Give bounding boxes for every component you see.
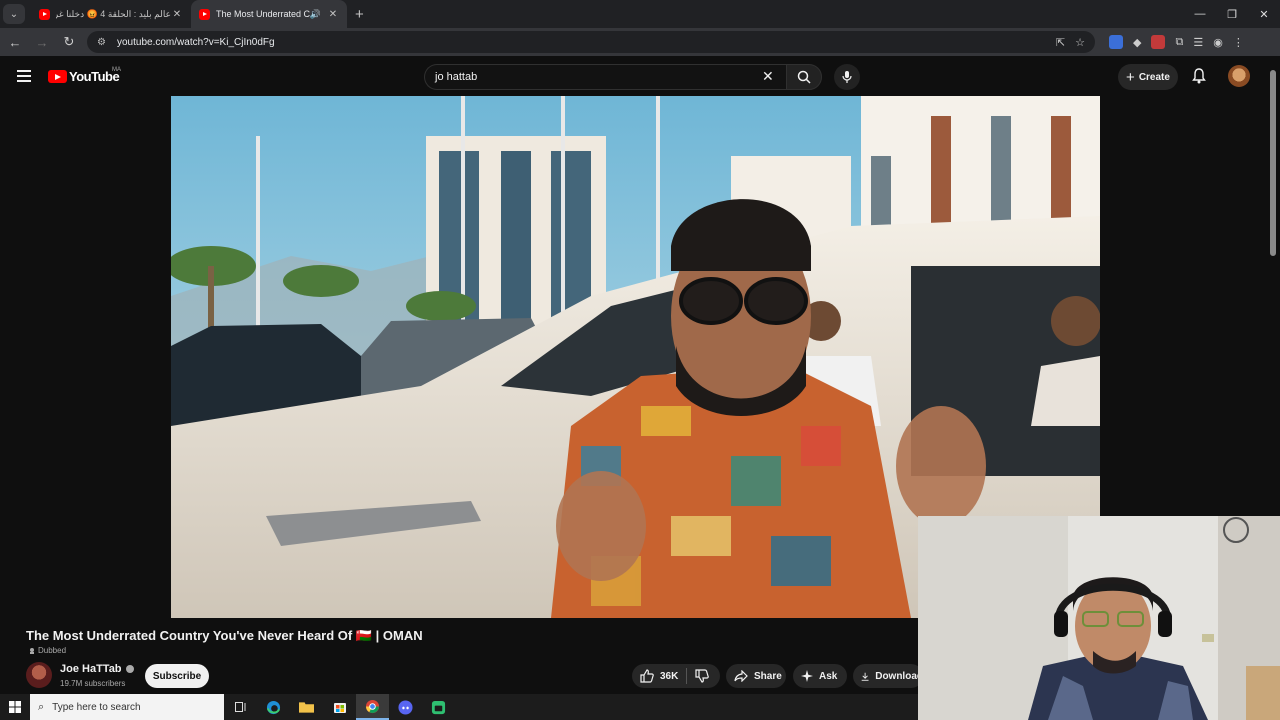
youtube-favicon-icon [39, 8, 50, 20]
notifications-bell-icon[interactable] [1192, 68, 1206, 84]
clear-search-icon[interactable]: ✕ [762, 68, 774, 85]
browser-toolbar: ← → ↻ ⚙ youtube.com/watch?v=Ki_CjIn0dFg … [0, 28, 1280, 56]
media-control-icon[interactable]: ☰ [1193, 36, 1203, 49]
taskbar-search-input[interactable]: ⌕ Type here to search [30, 694, 224, 720]
red-extension-icon[interactable] [1151, 35, 1166, 49]
window-controls: — ❐ ✕ [1184, 8, 1280, 21]
search-icon: ⌕ [38, 700, 45, 713]
voice-search-button[interactable] [834, 64, 860, 90]
webcam-overlay [918, 516, 1280, 720]
like-dislike-group: 36K [632, 664, 720, 688]
start-button[interactable] [0, 701, 30, 713]
subscribe-button[interactable]: Subscribe [145, 664, 209, 688]
account-avatar[interactable] [1228, 65, 1250, 87]
profile-icon[interactable]: ◉ [1213, 36, 1223, 49]
site-info-icon[interactable]: ⚙ [97, 37, 111, 48]
download-label: Download [875, 670, 923, 682]
discord-icon[interactable] [389, 694, 422, 720]
channel-avatar[interactable] [26, 662, 52, 688]
share-label: Share [754, 670, 782, 682]
dubbed-label: Dubbed [38, 646, 67, 655]
like-count[interactable]: 36K [660, 671, 678, 682]
forward-icon[interactable]: → [30, 35, 54, 50]
plus-icon: + [1126, 68, 1135, 86]
menu-icon[interactable] [17, 70, 31, 85]
windows-taskbar: ⌕ Type here to search [0, 694, 918, 720]
puzzle-extensions-icon[interactable]: ⧉ [1175, 36, 1183, 49]
dubbed-badge: Dubbed [28, 646, 66, 655]
edge-browser-icon[interactable] [257, 694, 290, 720]
verified-badge-icon [125, 665, 134, 673]
dubbed-mic-icon [30, 647, 34, 654]
close-icon[interactable]: ✕ [171, 9, 183, 20]
task-view-icon[interactable] [224, 694, 257, 720]
windows-logo-icon [9, 701, 21, 713]
download-button[interactable]: Download [853, 664, 923, 688]
microsoft-store-icon[interactable] [323, 694, 356, 720]
create-button[interactable]: + Create [1118, 64, 1178, 90]
youtube-play-icon [48, 70, 67, 83]
microphone-icon [842, 71, 852, 83]
translate-extension-icon[interactable] [1109, 35, 1123, 49]
close-window-icon[interactable]: ✕ [1248, 8, 1280, 21]
tab-title: The Most Underrated Country [216, 9, 310, 19]
speaker-icon[interactable]: 🔊 [310, 9, 321, 20]
youtube-logo[interactable]: YouTube MA [48, 67, 121, 84]
thumbs-up-icon[interactable] [640, 669, 654, 683]
youtube-header: YouTube MA jo hattab ✕ + Create [0, 56, 1280, 96]
channel-name[interactable]: Joe HaTTab [60, 663, 134, 675]
tab-title: عالم بليد : الحلقة 4 😡 دخلنا غرفة [56, 8, 171, 19]
thumbs-down-icon[interactable] [695, 669, 710, 683]
search-input[interactable]: jo hattab [424, 64, 787, 90]
browser-tab-1[interactable]: عالم بليد : الحلقة 4 😡 دخلنا غرفة ✕ [31, 0, 191, 28]
search-button[interactable] [786, 64, 822, 90]
divider [686, 668, 688, 684]
file-explorer-icon[interactable] [290, 694, 323, 720]
reload-icon[interactable]: ↻ [57, 34, 81, 50]
install-app-icon[interactable]: ⇱ [1056, 36, 1065, 49]
android-studio-icon[interactable] [422, 694, 455, 720]
channel-name-text: Joe HaTTab [60, 663, 122, 675]
address-bar[interactable]: ⚙ youtube.com/watch?v=Ki_CjIn0dFg ⇱ ☆ [87, 31, 1095, 53]
ask-label: Ask [819, 670, 838, 682]
create-label: Create [1138, 71, 1170, 83]
subscriber-count: 19.7M subscribers [60, 679, 126, 688]
diamond-extension-icon[interactable]: ◆ [1133, 36, 1141, 49]
more-menu-icon[interactable]: ⋮ [1233, 36, 1244, 49]
tab-search-button[interactable]: ⌄ [3, 4, 25, 24]
back-icon[interactable]: ← [3, 35, 27, 50]
webcam-feed-image [918, 516, 1280, 720]
browser-tab-strip: ⌄ عالم بليد : الحلقة 4 😡 دخلنا غرفة ✕ Th… [0, 0, 1280, 28]
taskbar-search-placeholder: Type here to search [52, 701, 141, 713]
close-icon[interactable]: ✕ [327, 9, 339, 20]
youtube-favicon-icon [199, 8, 210, 20]
video-title: The Most Underrated Country You've Never… [26, 628, 423, 643]
restore-icon[interactable]: ❐ [1216, 8, 1248, 21]
chrome-browser-icon[interactable] [356, 694, 389, 720]
download-icon [861, 672, 869, 681]
chevron-down-icon: ⌄ [9, 8, 19, 20]
ask-button[interactable]: Ask [793, 664, 847, 688]
sparkle-icon [801, 670, 813, 682]
search-query-text: jo hattab [435, 71, 478, 83]
country-code: MA [112, 67, 121, 73]
new-tab-icon[interactable]: + [355, 6, 364, 23]
minimize-icon[interactable]: — [1184, 8, 1216, 21]
browser-tab-2[interactable]: The Most Underrated Country 🔊 ✕ [191, 0, 347, 28]
share-arrow-icon [734, 670, 748, 682]
share-button[interactable]: Share [726, 664, 786, 688]
bookmark-star-icon[interactable]: ☆ [1075, 36, 1085, 49]
page-scrollbar[interactable] [1270, 70, 1276, 256]
search-icon [797, 70, 811, 84]
url-text: youtube.com/watch?v=Ki_CjIn0dFg [117, 36, 275, 48]
extensions-area: ◆ ⧉ ☰ ◉ ⋮ [1109, 35, 1244, 49]
